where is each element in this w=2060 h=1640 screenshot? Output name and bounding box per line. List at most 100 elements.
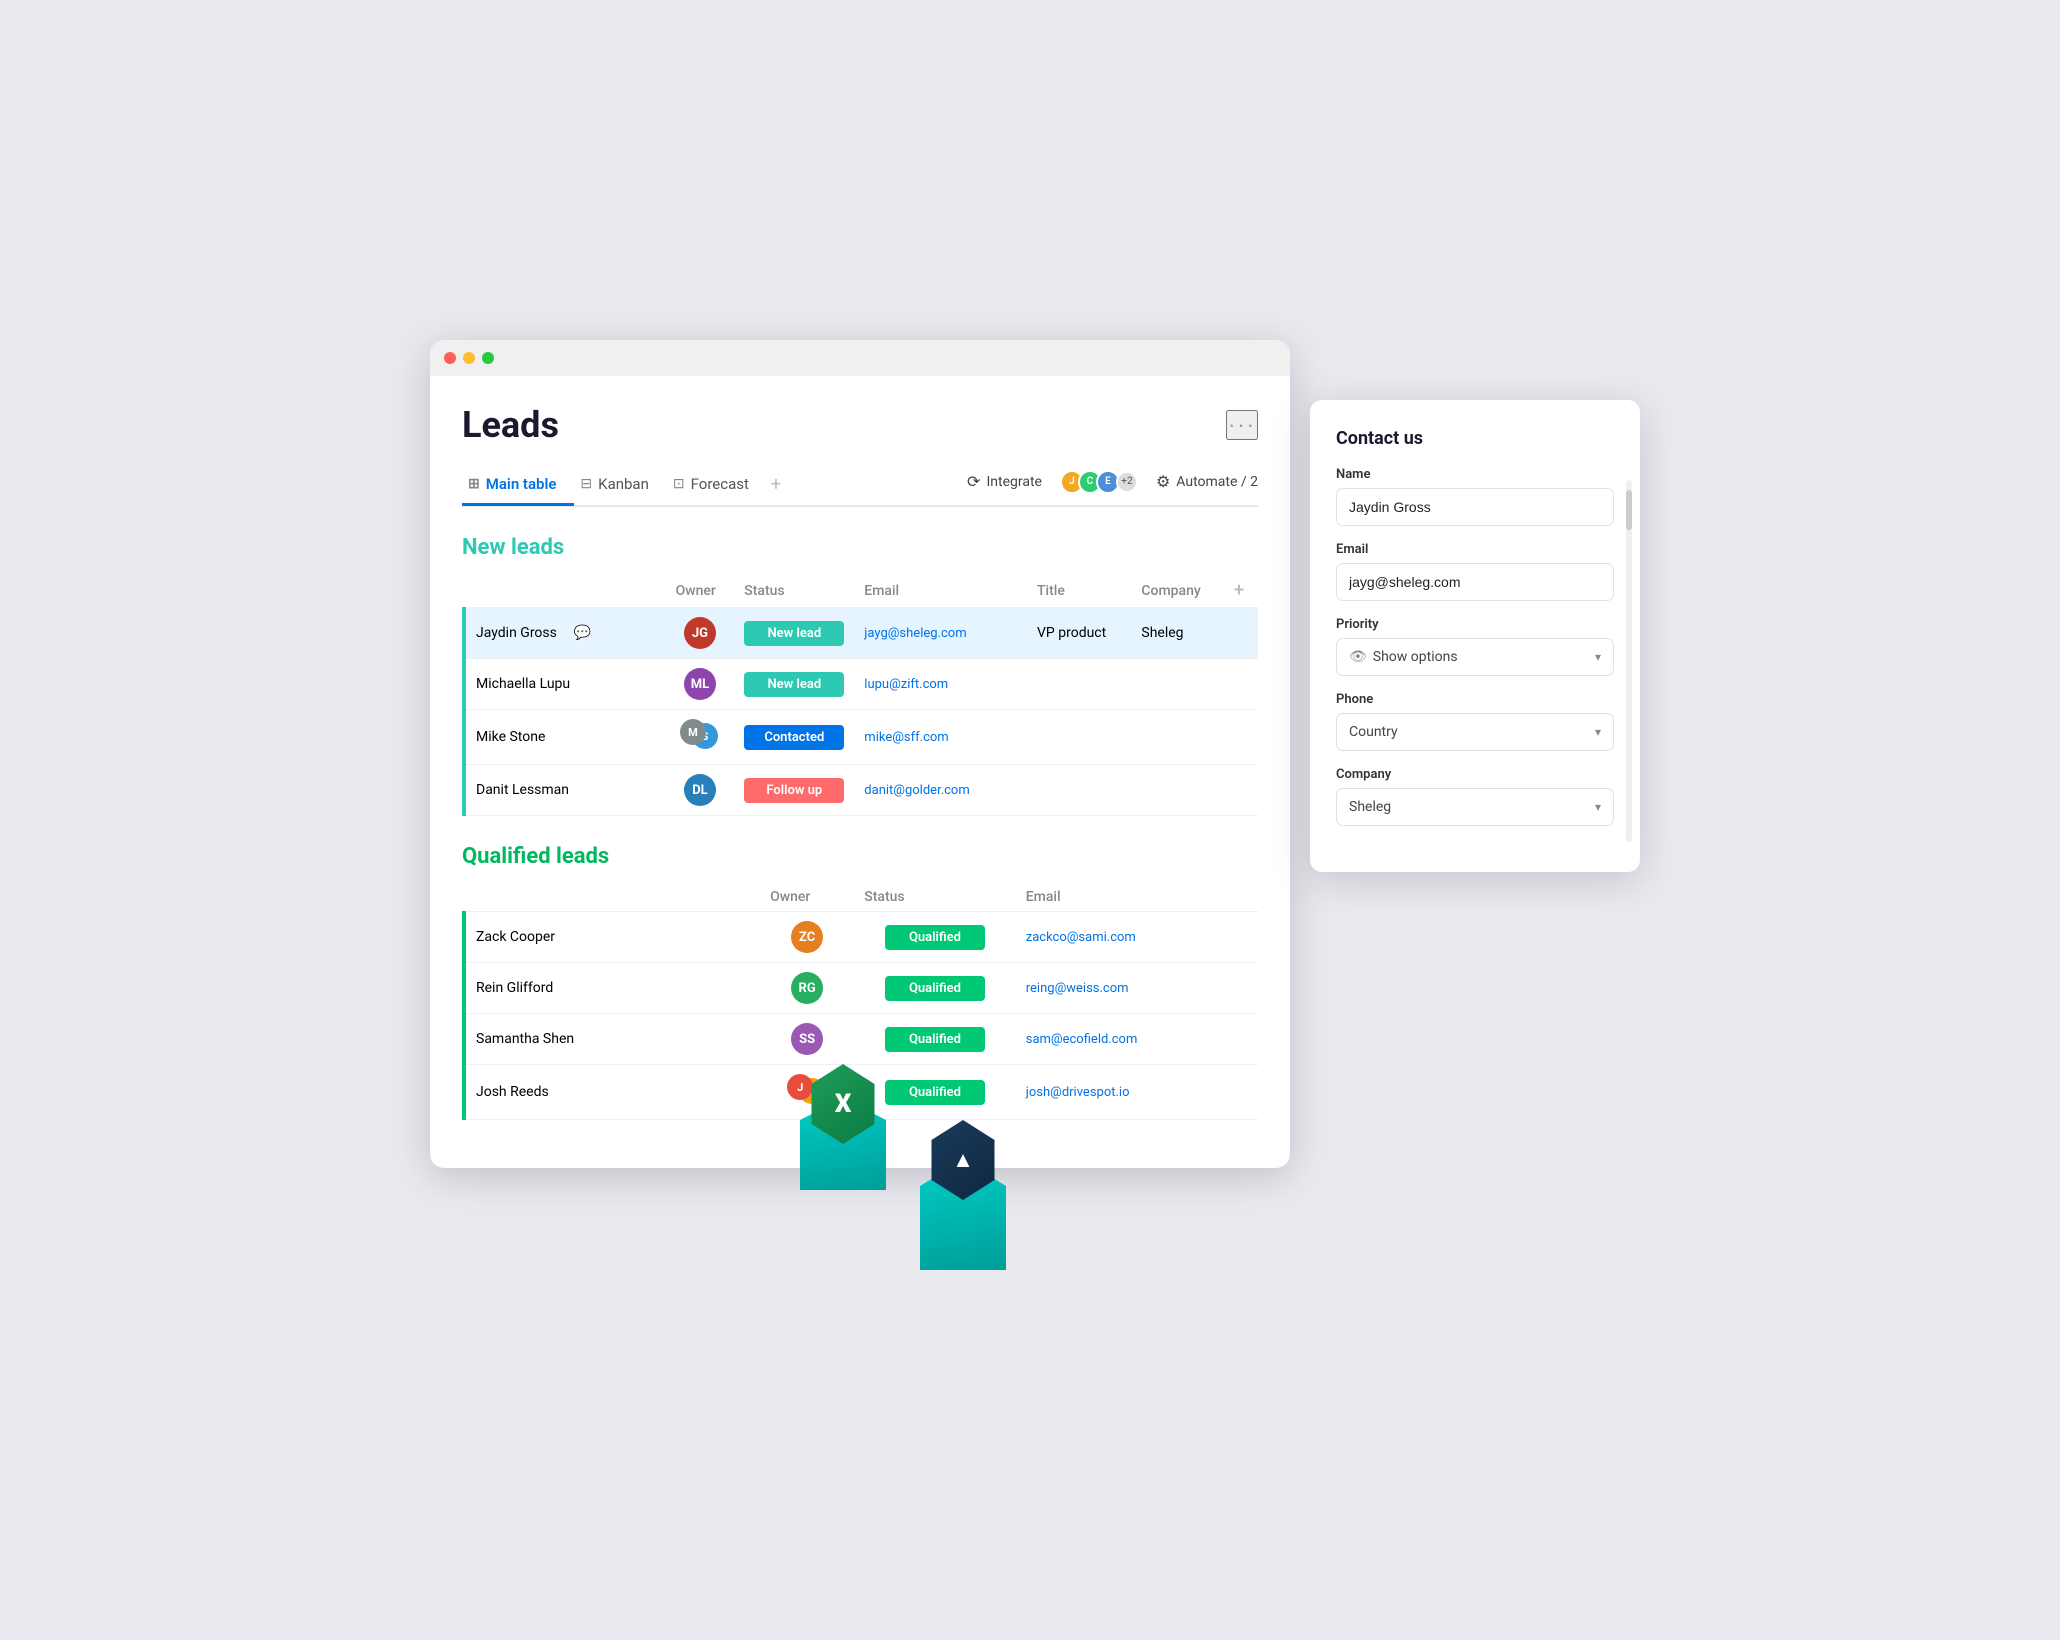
cell-name: Jaydin Gross 💬: [464, 608, 666, 659]
col-header-name-q: [464, 883, 760, 912]
tabs-row: ⊞ Main table ⊟ Kanban ⊡ Forecast + ⟳ Int…: [462, 466, 1258, 507]
table-row[interactable]: Mike Stone M S Contacted mike@sff.com: [464, 710, 1258, 765]
grid-icon: ⊞: [468, 476, 480, 492]
cell-status: Qualified: [854, 963, 1015, 1014]
cell-owner: M S: [666, 710, 735, 765]
col-header-email-q: Email: [1016, 883, 1258, 912]
tab-main-table[interactable]: ⊞ Main table: [462, 467, 574, 506]
traffic-light-red[interactable]: [444, 352, 456, 364]
name-label: Name: [1336, 467, 1614, 482]
qualified-leads-section-title: Qualified leads: [462, 844, 1258, 869]
cell-email: reing@weiss.com: [1016, 963, 1258, 1014]
table-row[interactable]: Zack Cooper ZC Qualified zackco@sami.com: [464, 912, 1258, 963]
main-window: Leads ··· ⊞ Main table ⊟ Kanban ⊡ Foreca…: [430, 340, 1290, 1168]
tab-kanban[interactable]: ⊟ Kanban: [574, 467, 666, 506]
window-titlebar: [430, 340, 1290, 376]
col-header-add[interactable]: +: [1220, 574, 1258, 608]
more-button[interactable]: ···: [1226, 410, 1258, 440]
page-header: Leads ···: [462, 404, 1258, 446]
cell-owner: ML: [666, 659, 735, 710]
automate-button[interactable]: ⚙ Automate / 2: [1156, 472, 1258, 491]
cell-name: Michaella Lupu: [464, 659, 666, 710]
integrate-button[interactable]: ⟳ Integrate: [967, 472, 1042, 491]
email-field[interactable]: [1336, 563, 1614, 601]
new-leads-section-title: New leads: [462, 535, 1258, 560]
cell-status: Qualified: [854, 912, 1015, 963]
excel-integration-badge: X: [800, 1090, 886, 1190]
priority-placeholder: Show options: [1373, 649, 1458, 665]
phone-country-select[interactable]: Country ▾: [1336, 713, 1614, 751]
owner-avatar-dual: M S: [680, 719, 720, 751]
cell-name: Mike Stone: [464, 710, 666, 765]
cell-status: New lead: [734, 608, 854, 659]
kanban-icon: ⊟: [580, 476, 592, 492]
owner-avatar: ML: [684, 668, 716, 700]
cell-name: Josh Reeds: [464, 1065, 760, 1120]
cell-title: VP product: [1027, 608, 1131, 659]
owner-avatar: RG: [791, 972, 823, 1004]
col-header-owner-q: Owner: [760, 883, 854, 912]
cell-title: [1027, 765, 1131, 816]
col-header-owner: Owner: [666, 574, 735, 608]
chevron-down-icon-3: ▾: [1595, 800, 1601, 814]
cell-status: Follow up: [734, 765, 854, 816]
phone-label: Phone: [1336, 692, 1614, 707]
traffic-light-green[interactable]: [482, 352, 494, 364]
collaborator-avatars: J C E +2: [1060, 470, 1138, 494]
cell-owner: JG: [666, 608, 735, 659]
cell-title: [1027, 659, 1131, 710]
cell-status: Qualified: [854, 1014, 1015, 1065]
add-tab-button[interactable]: +: [767, 466, 793, 505]
scrollbar-thumb[interactable]: [1626, 490, 1632, 530]
cell-name: Rein Glifford: [464, 963, 760, 1014]
cell-email: danit@golder.com: [854, 765, 1027, 816]
tab-forecast[interactable]: ⊡ Forecast: [667, 467, 767, 506]
owner-avatar: DL: [684, 774, 716, 806]
cell-owner: DL: [666, 765, 735, 816]
table-row[interactable]: Jaydin Gross 💬 JG New lead jayg@sheleg.c…: [464, 608, 1258, 659]
col-header-status: Status: [734, 574, 854, 608]
cell-owner: ZC: [760, 912, 854, 963]
forecast-icon: ⊡: [673, 476, 685, 492]
company-label: Company: [1336, 767, 1614, 782]
col-header-status-q: Status: [854, 883, 1015, 912]
cell-company: [1131, 710, 1220, 765]
company-value: Sheleg: [1349, 799, 1391, 815]
chevron-down-icon: ▾: [1595, 650, 1601, 664]
name-field[interactable]: [1336, 488, 1614, 526]
cell-owner: SS: [760, 1014, 854, 1065]
email-label: Email: [1336, 542, 1614, 557]
company-select[interactable]: Sheleg ▾: [1336, 788, 1614, 826]
cell-email: jayg@sheleg.com: [854, 608, 1027, 659]
owner-avatar: ZC: [791, 921, 823, 953]
cell-email: sam@ecofield.com: [1016, 1014, 1258, 1065]
table-row[interactable]: Michaella Lupu ML New lead lupu@zift.com: [464, 659, 1258, 710]
cell-email: lupu@zift.com: [854, 659, 1027, 710]
cell-email: mike@sff.com: [854, 710, 1027, 765]
chat-icon[interactable]: 💬: [568, 619, 596, 647]
new-leads-table: Owner Status Email Title Company + Jaydi…: [462, 574, 1258, 816]
cell-name: Zack Cooper: [464, 912, 760, 963]
page-title: Leads: [462, 404, 559, 446]
contact-panel: Contact us Name Email Priority 👁 Show op…: [1310, 400, 1640, 872]
monday-integration-badge: ▲: [920, 1150, 1006, 1270]
cell-status: New lead: [734, 659, 854, 710]
priority-select[interactable]: 👁 Show options ▾: [1336, 638, 1614, 676]
cell-company: [1131, 659, 1220, 710]
table-row[interactable]: Samantha Shen SS Qualified sam@ecofield.…: [464, 1014, 1258, 1065]
scrollbar-track: [1626, 480, 1632, 842]
avatar-overflow: +2: [1116, 471, 1138, 493]
col-header-company: Company: [1131, 574, 1220, 608]
traffic-light-yellow[interactable]: [463, 352, 475, 364]
automate-icon: ⚙: [1156, 472, 1170, 491]
cell-status: Contacted: [734, 710, 854, 765]
table-row[interactable]: Rein Glifford RG Qualified reing@weiss.c…: [464, 963, 1258, 1014]
col-header-email: Email: [854, 574, 1027, 608]
cell-title: [1027, 710, 1131, 765]
col-header-title: Title: [1027, 574, 1131, 608]
cell-email: josh@drivespot.io: [1016, 1065, 1258, 1120]
cell-name: Samantha Shen: [464, 1014, 760, 1065]
col-header-name: [464, 574, 666, 608]
table-row[interactable]: Danit Lessman DL Follow up danit@golder.…: [464, 765, 1258, 816]
cell-company: Sheleg: [1131, 608, 1220, 659]
